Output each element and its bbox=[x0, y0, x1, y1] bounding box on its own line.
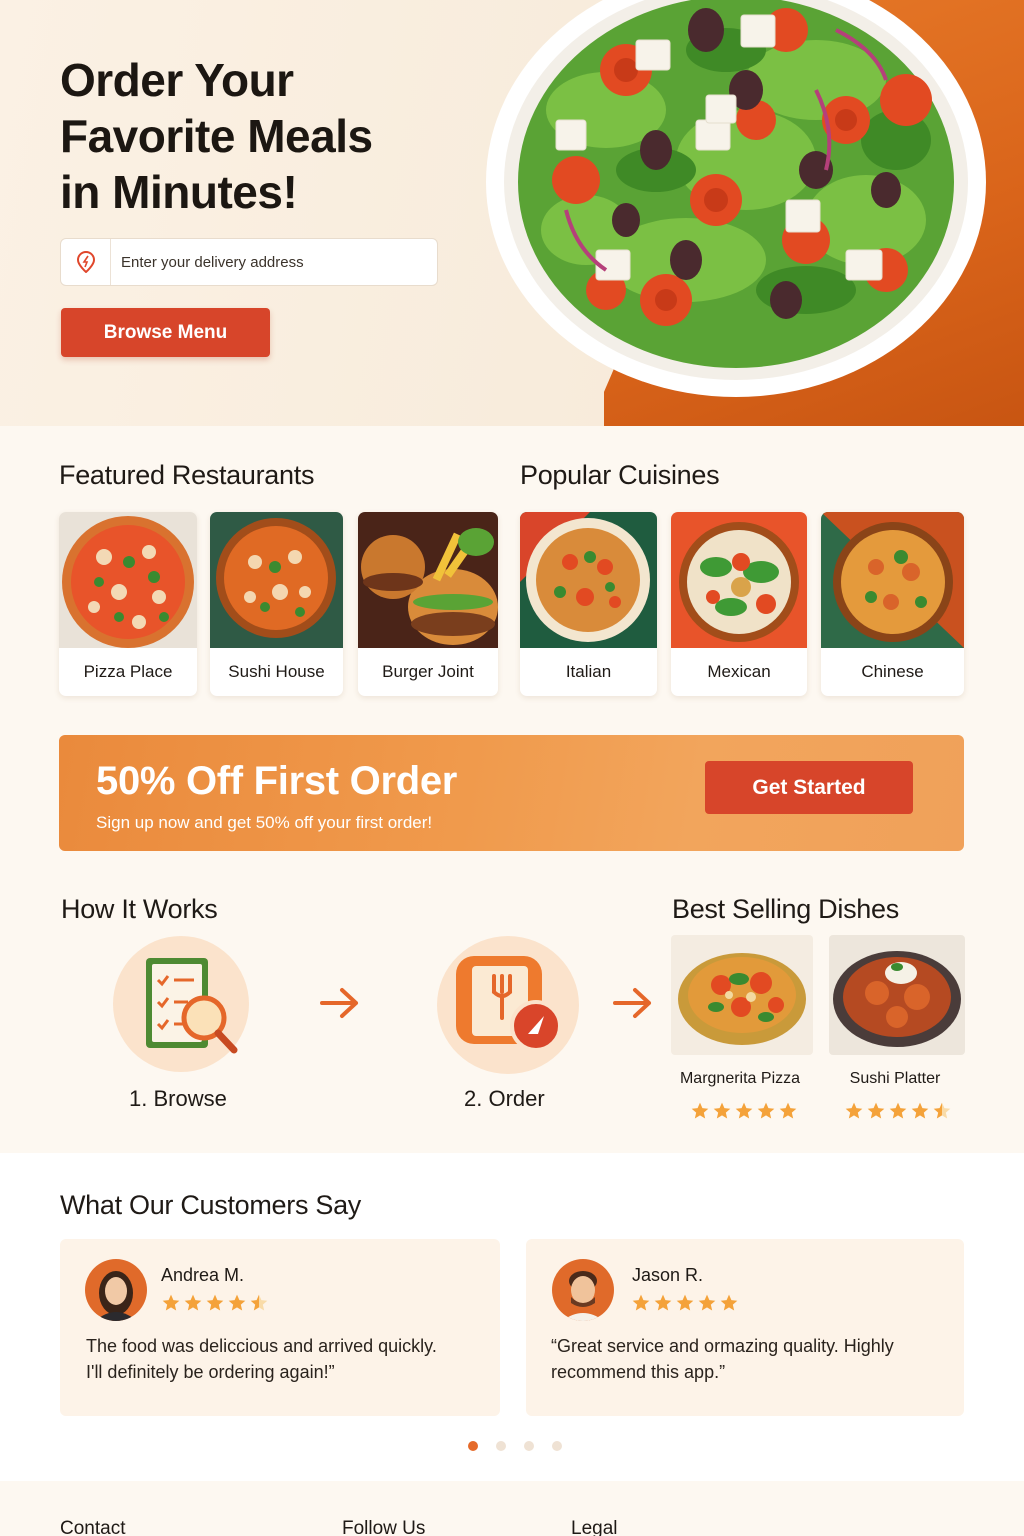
testimonial-author: Andrea M. bbox=[161, 1265, 245, 1285]
step-label: 1. Browse bbox=[129, 1086, 227, 1111]
hero-title-line: in Minutes! bbox=[60, 166, 298, 218]
pizza-image bbox=[59, 512, 197, 648]
testimonials-heading: What Our Customers Say bbox=[60, 1190, 361, 1220]
promo-banner: 50% Off First Order Sign up now and get … bbox=[59, 735, 964, 851]
star-icon bbox=[757, 1102, 775, 1119]
italian-dish-image bbox=[520, 512, 657, 648]
star-icon bbox=[632, 1294, 650, 1311]
cuisine-card-italian[interactable]: Italian bbox=[520, 512, 657, 696]
address-field[interactable] bbox=[60, 238, 438, 286]
browse-menu-button[interactable]: Browse Menu bbox=[61, 308, 270, 357]
best-selling-heading: Best Selling Dishes bbox=[672, 894, 899, 924]
star-icon bbox=[779, 1102, 797, 1119]
testimonial-text: “Great service and ormazing quality. Hig… bbox=[551, 1333, 941, 1385]
dish-image-sushi-platter[interactable] bbox=[829, 935, 965, 1055]
hero-title: Order Your Favorite Meals in Minutes! bbox=[60, 52, 480, 220]
star-icon bbox=[735, 1102, 753, 1119]
cuisine-card-mexican[interactable]: Mexican bbox=[671, 512, 807, 696]
dish-rating-stars bbox=[844, 1101, 952, 1121]
card-label: Sushi House bbox=[228, 662, 325, 681]
dish-image-margherita[interactable] bbox=[671, 935, 813, 1055]
avatar bbox=[552, 1259, 614, 1321]
arrow-right-icon bbox=[613, 988, 651, 1018]
promo-title: 50% Off First Order bbox=[96, 759, 458, 803]
star-icon bbox=[889, 1102, 907, 1119]
carousel-dot[interactable] bbox=[552, 1441, 562, 1451]
star-icon bbox=[162, 1294, 180, 1311]
footer-follow-link[interactable]: Follow Us bbox=[342, 1518, 425, 1536]
footer-contact-link[interactable]: Contact bbox=[60, 1518, 125, 1536]
testimonial-line: The food was deliccious and arrived quic… bbox=[86, 1336, 437, 1356]
hero-section: Order Your Favorite Meals in Minutes! Br… bbox=[0, 0, 1024, 426]
star-icon bbox=[933, 1102, 951, 1119]
star-icon bbox=[676, 1294, 694, 1311]
popular-cuisines-heading: Popular Cuisines bbox=[520, 460, 720, 490]
card-label: Italian bbox=[565, 662, 612, 681]
star-icon bbox=[206, 1294, 224, 1311]
featured-restaurants-heading: Featured Restaurants bbox=[59, 460, 315, 490]
card-label: Pizza Place bbox=[83, 662, 173, 681]
curry-bowl-image bbox=[210, 512, 343, 648]
dish-name: Sushi Platter bbox=[849, 1070, 941, 1087]
restaurant-card-burger[interactable]: Burger Joint bbox=[358, 512, 498, 696]
menu-search-icon bbox=[146, 958, 238, 1054]
star-icon bbox=[845, 1102, 863, 1119]
star-icon bbox=[691, 1102, 709, 1119]
testimonial-line: I'll definitely be ordering again!” bbox=[86, 1362, 335, 1382]
burger-image bbox=[358, 512, 498, 648]
avatar bbox=[85, 1259, 147, 1321]
footer bbox=[0, 1481, 1024, 1536]
card-label: Burger Joint bbox=[382, 662, 474, 681]
testimonial-line: “Great service and ormazing quality. Hig… bbox=[551, 1336, 894, 1356]
star-icon bbox=[654, 1294, 672, 1311]
star-icon bbox=[911, 1102, 929, 1119]
how-it-works-heading: How It Works bbox=[61, 894, 218, 924]
carousel-dot[interactable] bbox=[496, 1441, 506, 1451]
chinese-dish-image bbox=[821, 512, 964, 648]
dish-rating-stars bbox=[690, 1101, 798, 1121]
card-label: Mexican bbox=[707, 662, 771, 681]
dish-name: Margnerita Pizza bbox=[679, 1070, 801, 1087]
step-label: 2. Order bbox=[464, 1086, 545, 1111]
order-menu-icon bbox=[456, 956, 562, 1052]
location-pin-icon bbox=[61, 239, 111, 285]
restaurant-card-pizza[interactable]: Pizza Place bbox=[59, 512, 197, 696]
testimonial-author: Jason R. bbox=[632, 1265, 704, 1285]
testimonial-line: recommend this app.” bbox=[551, 1362, 726, 1382]
card-label: Chinese bbox=[861, 662, 924, 681]
footer-legal-link[interactable]: Legal bbox=[571, 1518, 618, 1536]
get-started-button[interactable]: Get Started bbox=[705, 761, 913, 814]
address-input[interactable] bbox=[111, 240, 431, 284]
star-icon bbox=[720, 1294, 738, 1311]
restaurant-card-sushi[interactable]: Sushi House bbox=[210, 512, 343, 696]
hero-title-line: Order Your bbox=[60, 54, 294, 106]
star-icon bbox=[698, 1294, 716, 1311]
star-icon bbox=[228, 1294, 246, 1311]
star-icon bbox=[713, 1102, 731, 1119]
carousel-dot[interactable] bbox=[524, 1441, 534, 1451]
promo-subtitle: Sign up now and get 50% off your first o… bbox=[96, 813, 433, 832]
star-icon bbox=[184, 1294, 202, 1311]
mexican-dish-image bbox=[671, 512, 807, 648]
arrow-right-icon bbox=[320, 988, 358, 1018]
testimonial-text: The food was deliccious and arrived quic… bbox=[86, 1333, 476, 1385]
star-icon bbox=[867, 1102, 885, 1119]
hero-title-line: Favorite Meals bbox=[60, 110, 373, 162]
salad-plate-image bbox=[486, 0, 986, 397]
testimonial-rating-stars bbox=[631, 1293, 739, 1313]
star-icon bbox=[250, 1294, 268, 1311]
carousel-dot[interactable] bbox=[468, 1441, 478, 1451]
cuisine-card-chinese[interactable]: Chinese bbox=[821, 512, 964, 696]
carousel-pagination bbox=[468, 1441, 562, 1451]
testimonial-rating-stars bbox=[161, 1293, 269, 1313]
